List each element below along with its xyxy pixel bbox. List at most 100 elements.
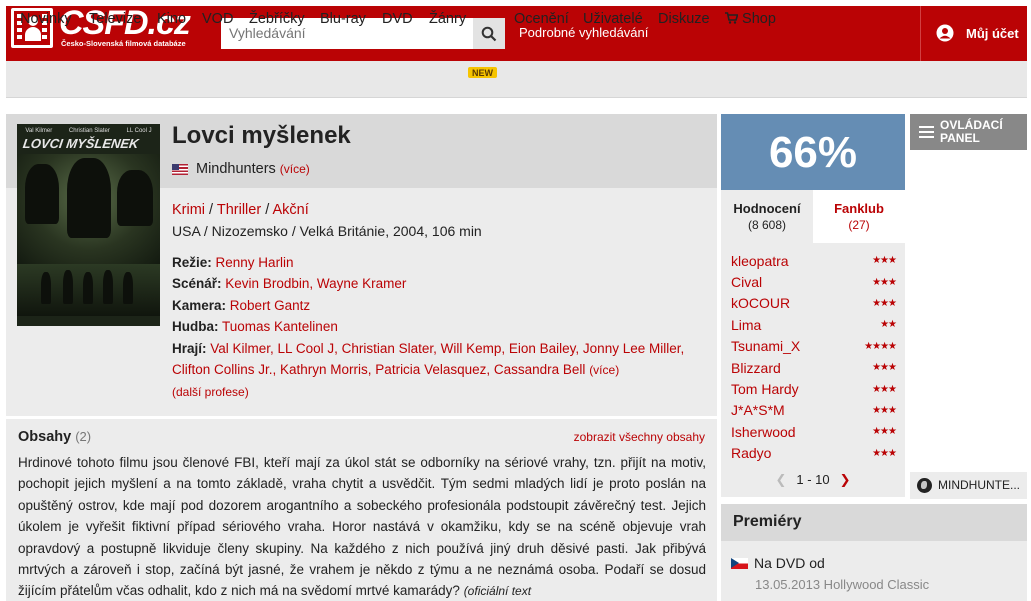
- cast-links[interactable]: Clifton Collins Jr., Kathryn Morris, Pat…: [172, 362, 585, 377]
- shop-label: Shop: [742, 11, 776, 27]
- stars-icon: ★★★: [872, 255, 897, 267]
- chevron-left-icon[interactable]: ❮: [775, 472, 786, 487]
- list-item[interactable]: kleopatra ★★★: [731, 250, 897, 271]
- rater-name: Tsunami_X: [731, 338, 801, 355]
- rater-name: J*A*S*M: [731, 402, 785, 419]
- crew-list: Režie: Renny Harlin Scénář: Kevin Brodbi…: [172, 252, 712, 404]
- list-item[interactable]: Tsunami_X ★★★★: [731, 336, 897, 357]
- crew-label: Hudba:: [172, 319, 219, 335]
- rater-name: kOCOUR: [731, 295, 791, 312]
- nav-item-kino[interactable]: Kino: [157, 11, 186, 27]
- premiere-item: Na DVD od: [731, 555, 825, 571]
- plot-heading-text: Obsahy: [18, 429, 72, 445]
- nav-item-shop[interactable]: Shop: [725, 11, 776, 27]
- list-item[interactable]: kOCOUR ★★★: [731, 293, 897, 314]
- list-item[interactable]: Tom Hardy ★★★: [731, 378, 897, 399]
- main-navigation: [6, 61, 1027, 98]
- tab-ratings[interactable]: Hodnocení (8 608): [721, 190, 813, 243]
- nav-item-uzivatele[interactable]: Uživatelé: [583, 11, 643, 27]
- search-button[interactable]: [473, 18, 505, 49]
- more-titles-link[interactable]: (více): [280, 162, 310, 176]
- rating-score: 66%: [721, 114, 905, 190]
- us-flag-icon: [172, 163, 188, 175]
- list-item[interactable]: Isherwood ★★★: [731, 421, 897, 442]
- ratings-pager: ❮ 1 - 10 ❯: [721, 472, 905, 488]
- nav-item-bluray[interactable]: Blu-ray: [320, 11, 366, 27]
- film-poster[interactable]: Val Kilmer Christian Slater LL Cool J LO…: [17, 124, 160, 326]
- nav-item-dvd[interactable]: DVD: [382, 11, 413, 27]
- genre-link[interactable]: Akční: [272, 202, 308, 218]
- tab-fanclub[interactable]: Fanklub (27): [813, 190, 905, 243]
- rater-name: Blizzard: [731, 359, 781, 376]
- stars-icon: ★★★: [872, 297, 897, 309]
- tab-fanclub-count: (27): [848, 218, 870, 232]
- poster-actor: Val Kilmer: [25, 128, 53, 134]
- more-professions-link[interactable]: (další profese): [172, 385, 249, 399]
- film-origin: USA / Nizozemsko / Velká Británie, 2004,…: [172, 223, 482, 239]
- crew-label: Režie:: [172, 255, 212, 270]
- menu-icon: [919, 126, 934, 138]
- plot-heading: Obsahy (2): [18, 429, 91, 445]
- tab-ratings-count: (8 608): [747, 218, 787, 232]
- original-title: Mindhunters (více): [172, 161, 310, 177]
- stars-icon: ★★★: [872, 447, 897, 459]
- rater-name: kleopatra: [731, 252, 789, 269]
- list-item[interactable]: Cival ★★★: [731, 271, 897, 292]
- rater-name: Isherwood: [731, 423, 796, 440]
- stars-icon: ★★★: [872, 426, 897, 438]
- official-site-link[interactable]: MINDHUNTE...: [910, 472, 1027, 499]
- writers-links[interactable]: Kevin Brodbin, Wayne Kramer: [225, 276, 406, 291]
- camera-link[interactable]: Robert Gantz: [230, 298, 310, 313]
- genre-link[interactable]: Thriller: [217, 202, 261, 218]
- chevron-right-icon[interactable]: ❯: [840, 472, 851, 487]
- nav-item-novinky[interactable]: Novinky: [20, 11, 72, 27]
- crew-label: Scénář:: [172, 276, 222, 292]
- more-cast-link[interactable]: (více): [589, 363, 619, 377]
- music-link[interactable]: Tuomas Kantelinen: [222, 319, 338, 334]
- tab-ratings-label: Hodnocení: [733, 201, 801, 216]
- stars-icon: ★★★★: [864, 340, 897, 352]
- premieres-heading: Premiéry: [721, 504, 1027, 541]
- header-divider: [920, 6, 921, 61]
- list-item[interactable]: Blizzard ★★★: [731, 357, 897, 378]
- rater-name: Tom Hardy: [731, 381, 799, 398]
- nav-item-vod[interactable]: VOD: [202, 11, 233, 27]
- stars-icon: ★★★: [872, 362, 897, 374]
- list-item[interactable]: J*A*S*M ★★★: [731, 400, 897, 421]
- director-link[interactable]: Renny Harlin: [216, 255, 294, 270]
- rater-name: Cival: [731, 274, 763, 291]
- control-panel-button[interactable]: OVLÁDACÍ PANEL: [910, 114, 1027, 150]
- rater-name: Radyo: [731, 445, 772, 462]
- cart-icon: [725, 12, 739, 24]
- tab-fanclub-label: Fanklub: [834, 201, 884, 216]
- user-ratings-list: kleopatra ★★★ Cival ★★★ kOCOUR ★★★ Lima ★★ T…: [731, 250, 897, 464]
- crew-label: Kamera:: [172, 297, 227, 313]
- plot-text: Hrdinové tohoto filmu jsou členové FBI, …: [18, 452, 706, 601]
- rater-name: Lima: [731, 316, 762, 333]
- nav-item-diskuze[interactable]: Diskuze: [658, 11, 710, 27]
- nav-item-zebricky[interactable]: Žebříčky: [249, 11, 305, 27]
- genre-link[interactable]: Krimi: [172, 202, 205, 218]
- official-site-label: MINDHUNTE...: [938, 478, 1020, 492]
- nav-item-televize[interactable]: Televize: [89, 11, 141, 27]
- stars-icon: ★★★: [872, 276, 897, 288]
- globe-icon: [917, 478, 932, 493]
- plot-body: Hrdinové tohoto filmu jsou členové FBI, …: [18, 455, 706, 599]
- user-icon: [936, 24, 954, 42]
- film-title: Lovci myšlenek: [172, 122, 351, 149]
- nav-item-zanry[interactable]: Žánry: [429, 11, 466, 27]
- poster-actor: Christian Slater: [68, 128, 110, 134]
- cast-links[interactable]: Val Kilmer, LL Cool J, Christian Slater,…: [210, 341, 684, 356]
- list-item[interactable]: Radyo ★★★: [731, 443, 897, 464]
- new-badge: NEW: [468, 67, 497, 78]
- account-button[interactable]: Můj účet: [936, 24, 1019, 42]
- stars-icon: ★★★: [872, 404, 897, 416]
- control-panel-label: OVLÁDACÍ PANEL: [940, 118, 1003, 145]
- premiere-label: Na DVD od: [754, 555, 825, 571]
- list-item[interactable]: Lima ★★: [731, 314, 897, 335]
- premiere-detail: 13.05.2013 Hollywood Classic: [755, 577, 930, 592]
- advanced-search-link[interactable]: Podrobné vyhledávání: [519, 25, 648, 40]
- show-all-plots-link[interactable]: zobrazit všechny obsahy: [574, 430, 705, 444]
- poster-title: LOVCI MYŠLENEK: [21, 136, 140, 151]
- nav-item-oceneni[interactable]: Ocenění: [514, 11, 569, 27]
